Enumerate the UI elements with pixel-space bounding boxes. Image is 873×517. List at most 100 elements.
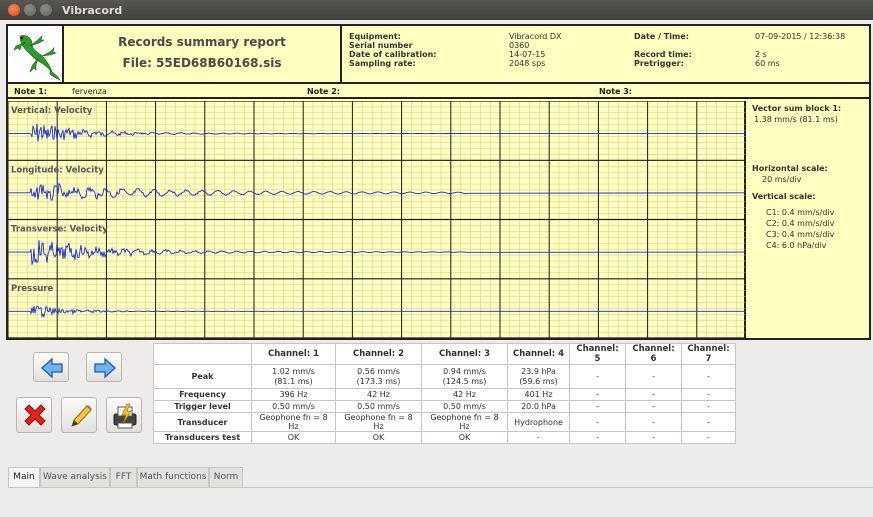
sampling-label: Sampling rate: xyxy=(349,59,416,68)
notes-row: Note 1: fervenza Note 2: Note 3: xyxy=(8,84,869,99)
recordtime-value: 2 s xyxy=(755,50,767,59)
table-cell: - xyxy=(681,364,736,389)
note1-value: fervenza xyxy=(72,87,107,96)
table-cell: - xyxy=(625,364,682,389)
pretrigger-value: 60 ms xyxy=(755,59,780,68)
column-header: Channel: 7 xyxy=(681,343,736,365)
calibration-value: 14-07-15 xyxy=(509,50,546,59)
horizontal-scale-value: 20 ms/div xyxy=(762,175,802,184)
table-cell: - xyxy=(569,431,626,444)
table-cell: 20.0 hPa xyxy=(507,400,570,413)
note2-label: Note 2: xyxy=(307,87,340,96)
table-cell: - xyxy=(507,431,570,444)
table-cell: - xyxy=(681,431,736,444)
report-file: File: 55ED68B60168.sis xyxy=(122,56,282,70)
close-window-button[interactable] xyxy=(8,4,20,16)
delete-button[interactable] xyxy=(16,397,52,433)
table-cell: 0.50 mm/s xyxy=(421,400,508,413)
vscale-c1: C1: 0.4 mm/s/div xyxy=(766,208,835,217)
vector-sum-label: Vector sum block 1: xyxy=(752,104,842,113)
table-cell: 401 Hz xyxy=(507,388,570,401)
serial-value: 0360 xyxy=(509,41,530,50)
channel-trace xyxy=(8,182,746,201)
table-row: Frequency 396 Hz 42 Hz 42 Hz 401 Hz - - - xyxy=(153,388,736,401)
column-header: Channel: 5 xyxy=(569,343,626,365)
table-cell: - xyxy=(681,400,736,413)
vertical-scale-label: Vertical scale: xyxy=(752,192,816,201)
meta-values-col1: Vibracord DX 0360 14-07-15 2048 sps xyxy=(509,32,562,68)
recordtime-label: Record time: xyxy=(634,50,692,59)
right-arrow-icon xyxy=(94,357,116,379)
channel-trace xyxy=(8,305,746,319)
table-cell: - xyxy=(569,412,626,432)
table-cell: - xyxy=(625,412,682,432)
tab-wave-analysis[interactable]: Wave analysis xyxy=(40,467,110,487)
row-header: Frequency xyxy=(153,388,252,401)
horizontal-scale-label: Horizontal scale: xyxy=(752,164,828,173)
table-cell: - xyxy=(569,400,626,413)
row-header: Transducers test xyxy=(153,431,252,444)
vector-sum-value: 1.38 mm/s (81.1 ms) xyxy=(754,115,838,124)
waveform-chart: Vertical: Velocity Longitude: Velocity Tra… xyxy=(8,101,746,338)
meta-labels-col2: Date / Time: Record time: Pretrigger: xyxy=(634,32,692,68)
table-cell: - xyxy=(569,364,626,389)
table-cell: - xyxy=(625,388,682,401)
report-title-cell: Records summary report File: 55ED68B6016… xyxy=(64,26,342,82)
table-cell: - xyxy=(625,400,682,413)
table-row: Transducers test OK OK OK - - - - xyxy=(153,431,736,444)
row-header: Trigger level xyxy=(153,400,252,413)
table-cell: 396 Hz xyxy=(251,388,336,401)
serial-label: Serial number xyxy=(349,41,413,50)
table-cell: 0.94 mm/s (124.5 ms) xyxy=(421,364,508,389)
next-record-button[interactable] xyxy=(86,352,122,382)
report-panel: Records summary report File: 55ED68B6016… xyxy=(6,24,871,340)
window-titlebar: Vibracord xyxy=(0,0,873,20)
minimize-window-button[interactable] xyxy=(24,4,36,16)
equipment-label: Equipment: xyxy=(349,32,401,41)
tab-math-functions[interactable]: Math functions xyxy=(137,467,209,487)
table-row: Transducer Geophone fn = 8 Hz Geophone fn … xyxy=(153,412,736,432)
vscale-c4: C4: 6.0 hPa/div xyxy=(766,241,827,250)
column-header: Channel: 1 xyxy=(251,343,336,365)
calibration-label: Date of calibration: xyxy=(349,50,437,59)
table-cell: Geophone fn = 8 Hz xyxy=(421,412,508,432)
row-header: Transducer xyxy=(153,412,252,432)
table-cell: OK xyxy=(421,431,508,444)
table-header-row: Channel: 1 Channel: 2 Channel: 3 Channel: 4… xyxy=(153,343,736,365)
channel-trace xyxy=(8,123,746,142)
table-cell: OK xyxy=(335,431,422,444)
table-cell: - xyxy=(569,388,626,401)
channel-summary-table: Channel: 1 Channel: 2 Channel: 3 Channel: 4… xyxy=(153,343,736,444)
column-header: Channel: 3 xyxy=(421,343,508,365)
table-cell: Hydrophone xyxy=(507,412,570,432)
table-cell: 0.50 mm/s xyxy=(251,400,336,413)
table-cell: - xyxy=(681,388,736,401)
table-corner xyxy=(153,343,252,365)
print-button[interactable] xyxy=(106,397,142,433)
table-row: Peak 1.02 mm/s (81.1 ms) 0.56 mm/s (173.3 ms… xyxy=(153,364,736,389)
channel-label: Pressure xyxy=(11,284,54,294)
tab-norm[interactable]: Norm xyxy=(209,467,243,487)
tab-main[interactable]: Main xyxy=(8,467,40,488)
maximize-window-button[interactable] xyxy=(40,4,52,16)
window-title: Vibracord xyxy=(62,4,123,17)
edit-button[interactable] xyxy=(61,397,97,433)
table-cell: 1.02 mm/s (81.1 ms) xyxy=(251,364,336,389)
tab-fft[interactable]: FFT xyxy=(110,467,137,487)
vscale-c2: C2: 0.4 mm/s/div xyxy=(766,219,835,228)
vscale-c3: C3: 0.4 mm/s/div xyxy=(766,230,835,239)
meta-values-col2: 07-09-2015 / 12:36:38 2 s 60 ms xyxy=(755,32,845,68)
note3-label: Note 3: xyxy=(599,87,632,96)
channel-label: Longitude: Velocity xyxy=(11,165,104,175)
tabs-divider xyxy=(8,487,873,488)
printer-icon xyxy=(113,403,137,429)
row-header: Peak xyxy=(153,364,252,389)
table-cell: 42 Hz xyxy=(335,388,422,401)
sampling-value: 2048 sps xyxy=(509,59,546,68)
previous-record-button[interactable] xyxy=(33,352,69,382)
waveform-svg: Vertical: Velocity Longitude: Velocity Tra… xyxy=(8,101,746,338)
datetime-label: Date / Time: xyxy=(634,32,689,41)
meta-labels-col1: Equipment: Serial number Date of calibra… xyxy=(349,32,437,68)
equipment-value: Vibracord DX xyxy=(509,32,562,41)
table-cell: 42 Hz xyxy=(421,388,508,401)
